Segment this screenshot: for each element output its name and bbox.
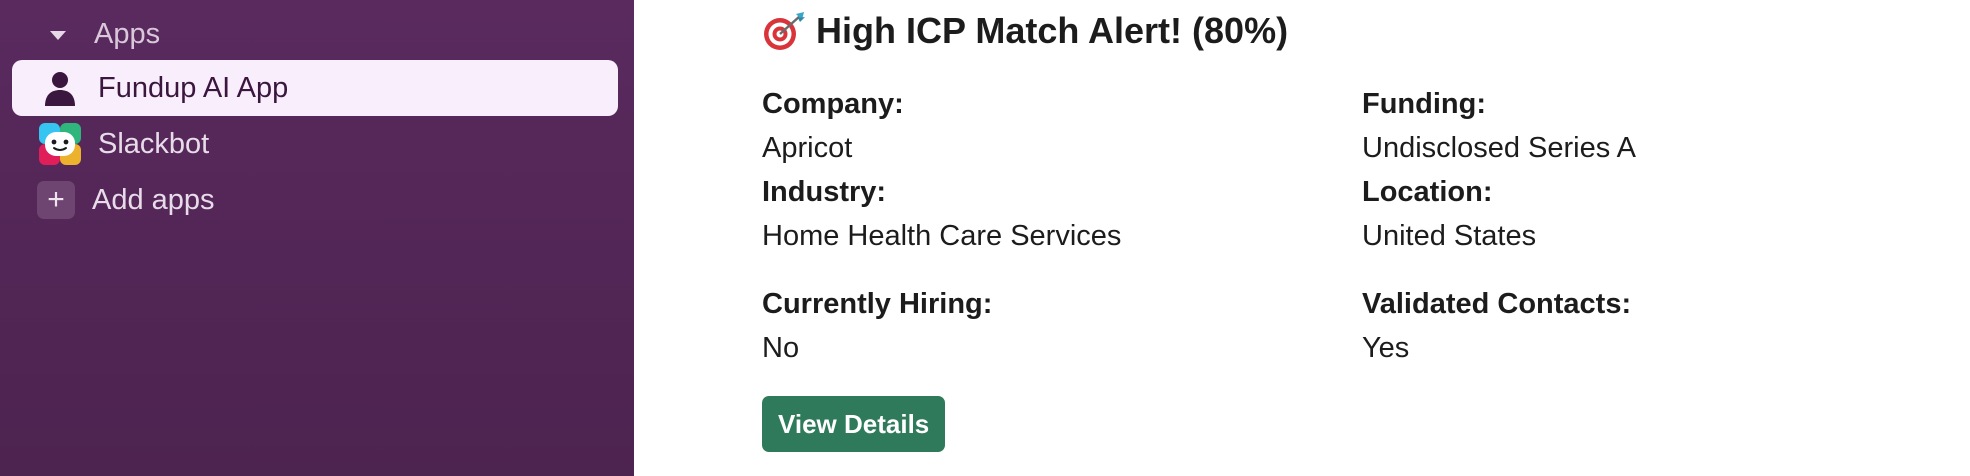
funding-value: Undisclosed Series A: [1362, 132, 1637, 164]
message-pane: High ICP Match Alert! (80%) Company: Apr…: [634, 0, 1970, 476]
validated-contacts-label: Validated Contacts:: [1362, 288, 1632, 320]
slackbot-icon: [38, 122, 82, 166]
sidebar-item-slackbot[interactable]: Slackbot: [12, 116, 618, 172]
validated-contacts-value: Yes: [1362, 332, 1410, 364]
sidebar-item-fundup-ai-app[interactable]: Fundup AI App: [12, 60, 618, 116]
currently-hiring-label: Currently Hiring:: [762, 288, 993, 320]
company-label: Company:: [762, 88, 904, 120]
sidebar-item-label: Slackbot: [98, 127, 210, 160]
target-dart-icon: [764, 12, 805, 50]
funding-label: Funding:: [1362, 88, 1487, 120]
alert-title-text: High ICP Match Alert! (80%): [816, 10, 1289, 51]
sidebar: Apps Fundup AI App Slackbot + Add apps: [0, 0, 634, 476]
add-apps-button[interactable]: + Add apps: [12, 172, 618, 228]
company-value: Apricot: [762, 132, 853, 164]
alert-title: High ICP Match Alert! (80%): [762, 10, 1288, 52]
sidebar-item-label: Fundup AI App: [98, 71, 289, 104]
view-details-button[interactable]: View Details: [762, 396, 946, 452]
location-label: Location:: [1362, 176, 1493, 208]
industry-value: Home Health Care Services: [762, 220, 1122, 252]
location-value: United States: [1362, 220, 1537, 252]
person-icon: [38, 66, 82, 110]
industry-label: Industry:: [762, 176, 887, 208]
currently-hiring-value: No: [762, 332, 800, 364]
add-apps-label: Add apps: [92, 183, 215, 216]
plus-icon: +: [34, 178, 78, 222]
apps-section-label: Apps: [94, 17, 161, 50]
apps-section-header[interactable]: Apps: [50, 12, 160, 56]
caret-down-icon[interactable]: [50, 30, 66, 40]
app-window: Apps Fundup AI App Slackbot + Add apps H…: [0, 0, 1970, 476]
